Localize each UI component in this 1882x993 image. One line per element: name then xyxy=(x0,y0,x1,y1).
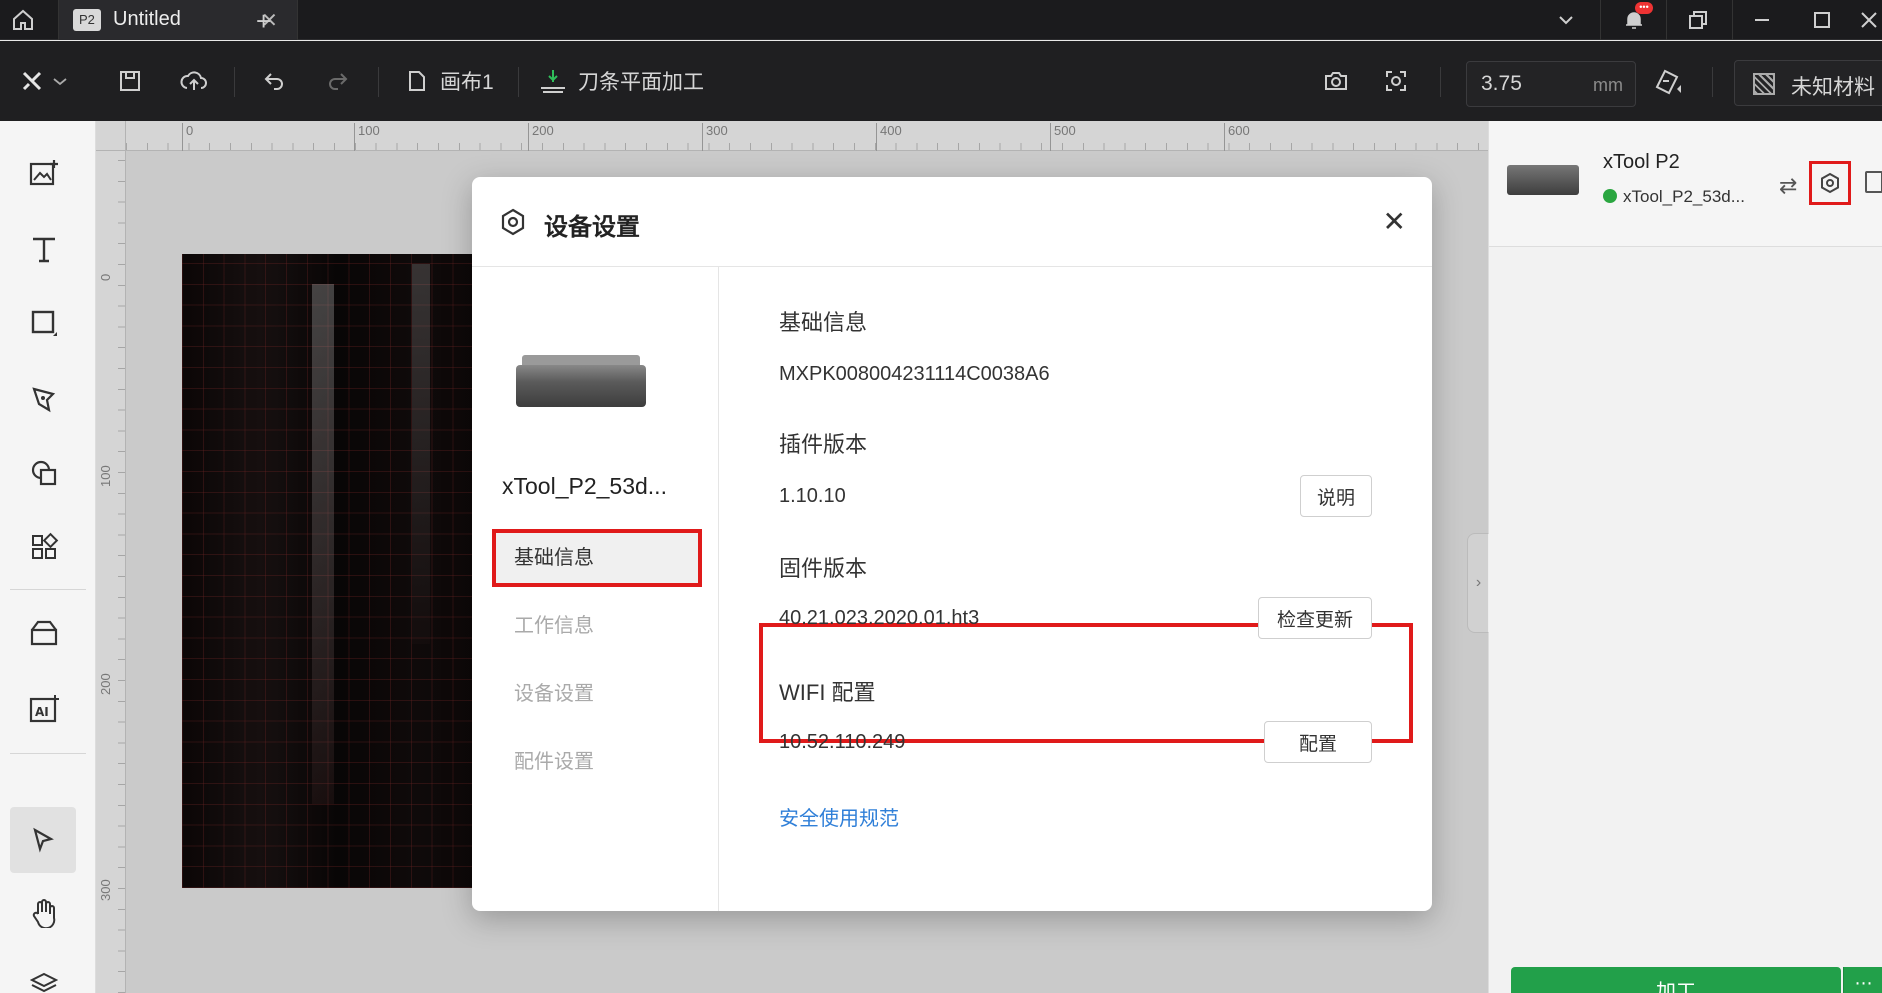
auto-measure-icon[interactable] xyxy=(1648,41,1688,121)
redo-icon[interactable] xyxy=(320,41,356,121)
close-icon[interactable]: ✕ xyxy=(1383,205,1406,238)
divider xyxy=(518,67,519,97)
divider xyxy=(1712,67,1713,97)
settings-hex-icon xyxy=(498,207,528,237)
device-body xyxy=(516,365,646,407)
device-card: xTool P2 xTool_P2_53d... ⇄ xyxy=(1489,121,1882,247)
camera-icon[interactable] xyxy=(1318,41,1354,121)
serial-number: MXPK008004231114C0038A6 xyxy=(779,363,1050,385)
device-image xyxy=(516,355,646,413)
plugin-notes-button[interactable]: 说明 xyxy=(1300,475,1372,517)
device-badge: P2 xyxy=(73,9,101,31)
thickness-input[interactable]: 3.75 mm xyxy=(1466,61,1636,107)
check-update-button[interactable]: 检查更新 xyxy=(1258,597,1372,639)
firmware-version-heading: 固件版本 xyxy=(779,556,868,581)
thickness-unit: mm xyxy=(1593,75,1623,95)
undo-icon[interactable] xyxy=(256,41,292,121)
windows-icon[interactable] xyxy=(1676,0,1720,40)
svg-text:AI: AI xyxy=(35,705,49,719)
safety-guidelines-link[interactable]: 安全使用规范 xyxy=(779,802,899,831)
online-status-icon xyxy=(1603,189,1617,203)
switch-device-icon[interactable]: ⇄ xyxy=(1779,173,1797,199)
plugin-version: 1.10.10 xyxy=(779,485,846,507)
canvas-name[interactable]: 画布1 xyxy=(440,41,494,121)
material-selector[interactable]: 未知材料 xyxy=(1734,60,1882,106)
device-settings-icon[interactable] xyxy=(1809,161,1851,205)
document-icon xyxy=(402,41,432,121)
dialog-nav-panel: xTool_P2_53d... 基础信息 工作信息 设备设置 配件设置 xyxy=(472,267,719,911)
layers-icon[interactable] xyxy=(22,961,66,993)
home-icon[interactable] xyxy=(8,6,38,34)
divider xyxy=(10,589,86,590)
add-image-icon[interactable] xyxy=(22,151,66,195)
divider xyxy=(1440,67,1441,97)
minimize-button[interactable] xyxy=(1740,0,1784,40)
device-model: xTool P2 xyxy=(1603,151,1680,173)
device-settings-dialog: 设备设置 ✕ xTool_P2_53d... 基础信息 工作信息 设备设置 配件… xyxy=(472,177,1432,911)
device-connection-status: xTool_P2_53d... xyxy=(1603,187,1745,207)
basic-info-heading: 基础信息 xyxy=(779,310,868,335)
cloud-upload-icon[interactable] xyxy=(174,41,214,121)
notification-badge: ••• xyxy=(1635,2,1653,14)
pen-tool-icon[interactable] xyxy=(22,377,66,421)
nav-accessory-settings[interactable]: 配件设置 xyxy=(492,733,702,791)
divider xyxy=(1666,0,1667,40)
nav-work-info[interactable]: 工作信息 xyxy=(492,597,702,655)
new-tab-button[interactable]: + xyxy=(256,6,271,37)
material-icon xyxy=(1753,73,1775,95)
device-thumbnail xyxy=(1507,165,1579,195)
divider xyxy=(1732,0,1733,40)
close-window-button[interactable] xyxy=(1856,0,1882,40)
divider xyxy=(10,753,86,754)
ai-image-icon[interactable]: AI xyxy=(22,687,66,731)
focus-camera-icon[interactable] xyxy=(1378,41,1414,121)
material-library-icon[interactable] xyxy=(22,611,66,655)
main-toolbar: 画布1 刀条平面加工 3.75 mm 未知材料 xyxy=(0,41,1882,121)
shape-tool-icon[interactable] xyxy=(22,301,66,345)
dialog-device-name: xTool_P2_53d... xyxy=(502,473,667,499)
firmware-version: 40.21.023.2020.01.ht3 xyxy=(779,607,980,629)
blade-platform-icon xyxy=(536,41,570,121)
processing-mode[interactable]: 刀条平面加工 xyxy=(578,41,704,121)
process-more-button[interactable]: ⋯ xyxy=(1843,967,1882,993)
wifi-config-button[interactable]: 配置 xyxy=(1264,721,1372,763)
save-icon[interactable] xyxy=(112,41,148,121)
material-label: 未知材料 xyxy=(1791,76,1875,99)
left-tool-sidebar: AI xyxy=(0,121,96,993)
thickness-value: 3.75 xyxy=(1481,72,1522,95)
hand-tool-icon[interactable] xyxy=(22,891,66,935)
divider xyxy=(378,67,379,97)
dialog-content: 基础信息 MXPK008004231114C0038A6 插件版本 1.10.1… xyxy=(719,267,1432,911)
device-id: xTool_P2_53d... xyxy=(1623,187,1745,206)
divider xyxy=(1600,0,1601,40)
wifi-config-heading: WIFI 配置 xyxy=(779,680,876,705)
apps-grid-icon[interactable] xyxy=(22,525,66,569)
select-tool-icon[interactable] xyxy=(10,807,76,873)
chevron-down-icon[interactable] xyxy=(1544,0,1588,40)
nav-basic-info[interactable]: 基础信息 xyxy=(492,529,702,587)
panel-toggle-icon[interactable] xyxy=(1865,171,1882,193)
shapes-library-icon[interactable] xyxy=(22,451,66,495)
tab-title: Untitled xyxy=(113,8,181,30)
dialog-title: 设备设置 xyxy=(544,214,640,241)
title-bar: P2 Untitled ✕ + ••• xyxy=(0,0,1882,40)
app-menu-button[interactable] xyxy=(14,41,78,121)
text-tool-icon[interactable] xyxy=(22,227,66,271)
dialog-header: 设备设置 ✕ xyxy=(472,177,1432,267)
wifi-ip-address: 10.52.110.249 xyxy=(779,731,906,753)
divider xyxy=(234,67,235,97)
right-panel: xTool P2 xTool_P2_53d... ⇄ › 加工 ⋯ xyxy=(1467,121,1882,993)
nav-device-settings[interactable]: 设备设置 xyxy=(492,665,702,723)
plugin-version-heading: 插件版本 xyxy=(779,432,868,457)
maximize-button[interactable] xyxy=(1800,0,1844,40)
process-button[interactable]: 加工 xyxy=(1511,967,1841,993)
